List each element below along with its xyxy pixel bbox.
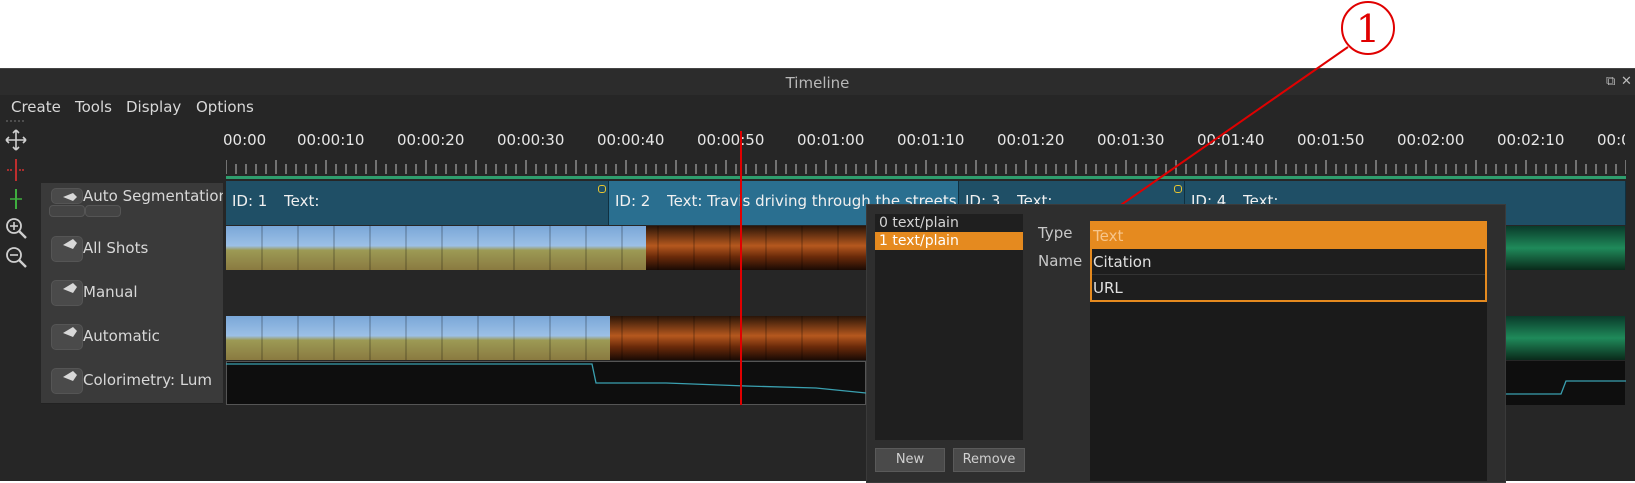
content-editor[interactable] [1090, 302, 1487, 481]
name-label: Name [1038, 252, 1083, 270]
new-button[interactable]: New [875, 448, 945, 472]
type-option-selected[interactable]: Text [1092, 223, 1485, 249]
type-label: Type [1038, 224, 1073, 242]
content-list-item[interactable]: 0 text/plain [875, 214, 1023, 232]
type-option[interactable]: Citation [1092, 249, 1485, 275]
type-option[interactable]: URL [1092, 275, 1485, 301]
type-dropdown[interactable]: Text Citation URL [1090, 221, 1487, 302]
content-list-item-selected[interactable]: 1 text/plain [875, 232, 1023, 250]
content-list[interactable]: 0 text/plain 1 text/plain [875, 214, 1023, 440]
remove-button[interactable]: Remove [953, 448, 1025, 472]
